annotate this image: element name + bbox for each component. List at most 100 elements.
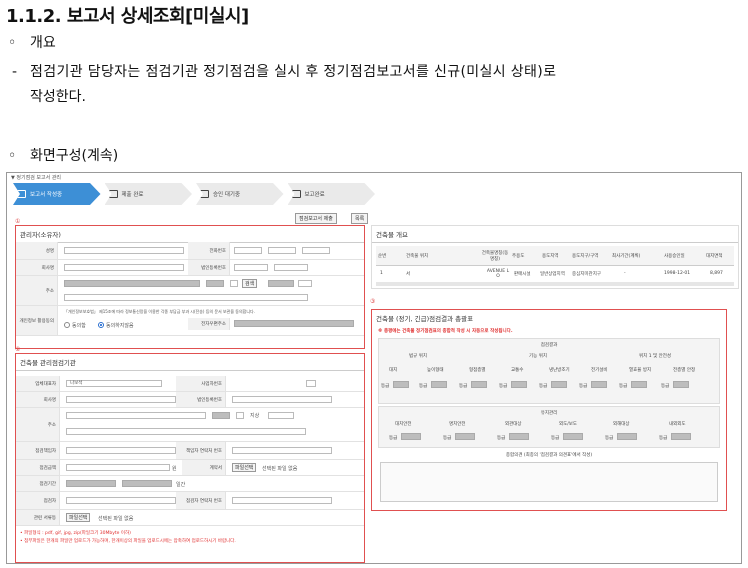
grade-label-1: 등급 [381, 384, 390, 389]
grade2-input-6[interactable] [671, 433, 691, 440]
cell-name: AVENUE L O [486, 269, 510, 279]
table-row[interactable]: 1 서 AVENUE L O 판매시설 일반상업지역 중심지미관지구 - 199… [376, 267, 734, 281]
list-button[interactable]: 목록 [351, 213, 369, 224]
cell-area: 8,897 [710, 271, 723, 276]
grade-label-5: 등급 [539, 384, 548, 389]
period-start[interactable] [66, 480, 116, 487]
section-heading: 1.1.2. 보고서 상세조회[미실시] [6, 6, 249, 27]
owner-addr-2[interactable] [206, 280, 224, 287]
phone-input-3[interactable] [302, 247, 330, 254]
grade-label-6: 등급 [579, 384, 588, 389]
owner-addr-4[interactable] [298, 280, 312, 287]
grade-input-6[interactable] [591, 381, 607, 388]
submit-report-button[interactable]: 점검보고서 제출 [295, 213, 337, 224]
building-title: 건축물 개요 [372, 226, 738, 243]
road-label: 지상 [250, 413, 260, 419]
owner-panel: ① 관리자(소유자) 성명 전화번호 회사명 법인등록번호 주소 검색 개인정보… [15, 218, 365, 349]
grade2-label-3: 등급 [497, 436, 506, 441]
ceo-label: 업체대표자 [16, 376, 60, 391]
grade-input-4[interactable] [511, 381, 527, 388]
mgr-input[interactable] [66, 447, 176, 454]
disagree-radio[interactable] [98, 322, 104, 328]
agree-radio[interactable] [64, 322, 70, 328]
col-name: 건축물명칭(동명칭) [481, 251, 509, 262]
grade2-input-4[interactable] [563, 433, 583, 440]
group-1: 법규 위치 [409, 354, 427, 359]
item2-1: 대치안전 [395, 422, 412, 427]
phone-input-1[interactable] [234, 247, 262, 254]
company-input[interactable] [66, 396, 176, 403]
corpno-input[interactable] [232, 396, 332, 403]
col-district: 용도지구/구역 [572, 254, 599, 259]
desc-line-2: 작성한다. [30, 89, 86, 105]
cell-approval: 1998-12-01 [664, 271, 691, 276]
breadcrumb: ▼ 정기점검 보고서 관리 [11, 175, 62, 181]
bizreg-label: 사업자번호 [176, 376, 226, 391]
grade-label-8: 등급 [661, 384, 670, 389]
grade-input-5[interactable] [551, 381, 567, 388]
col-approval: 사용승인일 [664, 254, 685, 259]
bizreg-input[interactable] [306, 380, 316, 387]
col-area: 대지면적 [706, 254, 723, 259]
grade2-input-3[interactable] [509, 433, 529, 440]
grade-input-3[interactable] [471, 381, 487, 388]
grade2-input-2[interactable] [455, 433, 475, 440]
inspector-input[interactable] [66, 497, 176, 504]
agency-addr-3[interactable] [268, 412, 294, 419]
item-5: 냉난방조기 [549, 368, 570, 373]
owner-addr-detail[interactable] [64, 294, 308, 301]
step-done: 보고완료 [287, 183, 375, 205]
bizno-label: 법인등록번호 [188, 260, 230, 275]
attach-label: 관련 서류등 [16, 510, 60, 525]
period-end[interactable] [122, 480, 172, 487]
summary-textarea[interactable] [380, 462, 718, 502]
marker-1: ① [15, 218, 21, 225]
ceo-input[interactable]: 나보석 [66, 380, 162, 387]
item2-4: 외도/보도 [559, 422, 578, 427]
corpno-label: 법인등록번호 [176, 392, 226, 407]
item-1: 대지 [389, 368, 398, 373]
grade2-input-1[interactable] [401, 433, 421, 440]
phone-input-2[interactable] [268, 247, 296, 254]
attach-file-button[interactable]: 파일선택 [66, 513, 91, 522]
horizontal-scrollbar[interactable] [376, 282, 734, 286]
attach-no-file: 선택된 파일 없음 [98, 516, 134, 522]
screen-title: 화면구성(계속) [30, 148, 119, 164]
owner-addr-search[interactable] [230, 280, 238, 287]
grade2-input-5[interactable] [617, 433, 637, 440]
owner-addr-1[interactable] [64, 280, 200, 287]
grade-input-1[interactable] [393, 381, 409, 388]
grade-input-7[interactable] [631, 381, 647, 388]
org-input[interactable] [64, 264, 184, 271]
bizno-input-2[interactable] [274, 264, 308, 271]
overview-title: 개요 [30, 35, 56, 51]
grade-label-3: 등급 [459, 384, 468, 389]
sub-header: 유지관리 [540, 411, 558, 416]
grade-input-8[interactable] [673, 381, 689, 388]
bizno-input-1[interactable] [234, 264, 268, 271]
agency-addr-detail[interactable] [66, 428, 306, 435]
contract-file-button[interactable]: 파일선택 [232, 463, 257, 472]
owner-addr-3[interactable] [268, 280, 294, 287]
contract-input[interactable] [66, 464, 170, 471]
contract-unit: 원 [172, 466, 177, 472]
item2-6: 내외외도 [669, 422, 686, 427]
owner-search-button[interactable]: 검색 [242, 279, 258, 288]
inspector-phone-input[interactable] [232, 497, 332, 504]
grade-label-7: 등급 [619, 384, 628, 389]
name-input[interactable] [64, 247, 184, 254]
eval-grid-1: 점검결과 법규 위치 기능 위치 위치 1 및 안전성 대지 높이형태 형점층별… [378, 338, 720, 404]
bullet-screen: ◦ [8, 148, 17, 164]
cell-use: 판매시설 [514, 272, 531, 277]
agency-addr-search[interactable] [236, 412, 244, 419]
email-input[interactable] [234, 320, 354, 327]
grade2-label-2: 등급 [443, 436, 452, 441]
owner-title: 관리자(소유자) [16, 226, 364, 243]
mgr-phone-input[interactable] [232, 447, 332, 454]
agency-addr-2[interactable] [212, 412, 230, 419]
grade-input-2[interactable] [431, 381, 447, 388]
step-pending: 승인 대기중 [196, 183, 284, 205]
building-panel: 건축물 개요 순번 건축물 위치 건축물명칭(동명칭) 주용도 용도지역 용도지… [371, 225, 739, 289]
agency-addr-1[interactable] [66, 412, 206, 419]
progress-steps: 보고서 작성중 제출 완료 승인 대기중 보고완료 [13, 183, 375, 205]
